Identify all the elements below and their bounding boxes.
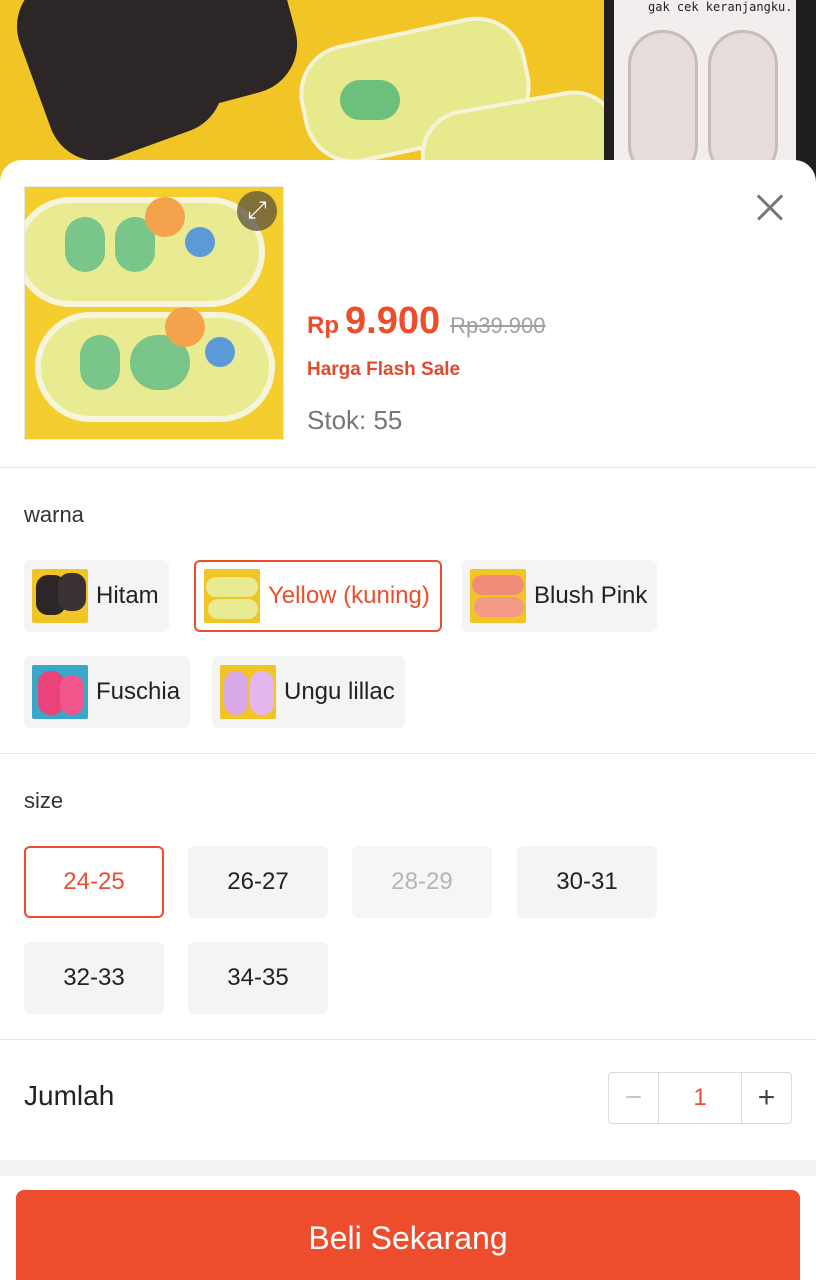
size-option-30-31[interactable]: 30-31 — [517, 846, 657, 918]
increment-button[interactable]: + — [741, 1073, 791, 1123]
size-option-32-33[interactable]: 32-33 — [24, 942, 164, 1014]
variant-thumbnail — [204, 569, 260, 623]
divider — [0, 753, 816, 754]
divider — [0, 467, 816, 468]
variant-label: Hitam — [96, 582, 159, 609]
size-option-24-25[interactable]: 24-25 — [24, 846, 164, 918]
variant-option-blush-pink[interactable]: Blush Pink — [462, 560, 658, 632]
variant-option-hitam[interactable]: Hitam — [24, 560, 169, 632]
variant-title: warna — [24, 502, 84, 527]
price-block: Rp 9.900 Rp39.900 Harga Flash Sale Stok:… — [307, 300, 546, 436]
variant-thumbnail — [220, 665, 276, 719]
variant-label: Yellow (kuning) — [268, 582, 430, 609]
buy-now-button[interactable]: Beli Sekarang — [16, 1190, 800, 1280]
variant-thumbnail — [470, 569, 526, 623]
variant-option-ungu-lillac[interactable]: Ungu lillac — [212, 656, 405, 728]
size-title: size — [24, 788, 64, 813]
flash-sale-label: Harga Flash Sale — [307, 359, 461, 380]
section-separator — [0, 1160, 816, 1176]
variant-bottom-sheet: ⤢ Rp 9.900 Rp39.900 Harga Flash Sale Sto… — [0, 160, 816, 1280]
stock-text: Stok: 55 — [307, 405, 403, 435]
variant-thumbnail — [32, 665, 88, 719]
size-option-34-35[interactable]: 34-35 — [188, 942, 328, 1014]
close-icon[interactable] — [750, 188, 790, 228]
price-current: 9.900 — [345, 300, 441, 342]
variant-label: Blush Pink — [534, 582, 648, 609]
decrement-button[interactable]: − — [609, 1073, 659, 1123]
quantity-label: Jumlah — [24, 1080, 115, 1111]
size-option-26-27[interactable]: 26-27 — [188, 846, 328, 918]
expand-icon[interactable]: ⤢ — [237, 191, 277, 231]
divider — [0, 1039, 816, 1040]
price-currency: Rp — [307, 312, 339, 339]
variant-option-fuschia[interactable]: Fuschia — [24, 656, 191, 728]
quantity-stepper: − 1 + — [608, 1072, 792, 1124]
variant-label: Ungu lillac — [284, 678, 395, 705]
variant-label: Fuschia — [96, 678, 181, 705]
product-image[interactable]: ⤢ — [24, 186, 284, 440]
variant-option-yellow[interactable]: Yellow (kuning) — [194, 560, 442, 632]
size-option-28-29: 28-29 — [352, 846, 492, 918]
price-original: Rp39.900 — [450, 313, 546, 338]
variant-thumbnail — [32, 569, 88, 623]
quantity-input[interactable]: 1 — [659, 1073, 741, 1123]
